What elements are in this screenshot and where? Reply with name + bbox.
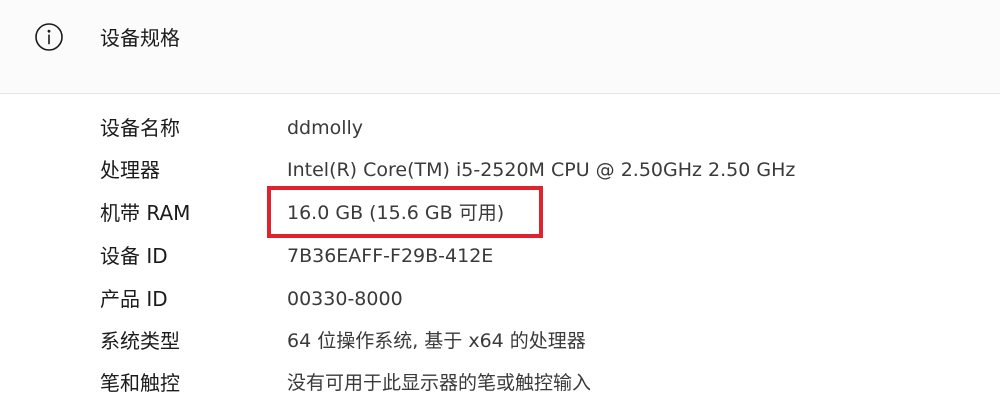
spec-row-system-type: 系统类型 64 位操作系统, 基于 x64 的处理器	[0, 320, 1000, 362]
spec-value: ddmolly	[287, 117, 364, 139]
spec-value: 没有可用于此显示器的笔或触控输入	[287, 372, 592, 394]
spec-label: 机带 RAM	[100, 201, 191, 225]
redaction-mask	[503, 236, 750, 268]
spec-label: 笔和触控	[100, 371, 180, 395]
section-title: 设备规格	[100, 26, 180, 50]
spec-label: 系统类型	[100, 329, 180, 353]
device-specs-header[interactable]: 设备规格	[0, 0, 1000, 94]
device-specs-panel: 设备规格 设备名称 ddmolly 处理器 Intel(R) Core(TM) …	[0, 0, 1000, 412]
spec-row-processor: 处理器 Intel(R) Core(TM) i5-2520M CPU @ 2.5…	[0, 149, 1000, 191]
spec-value: Intel(R) Core(TM) i5-2520M CPU @ 2.50GHz…	[287, 159, 796, 181]
spec-row-device-name: 设备名称 ddmolly	[0, 107, 1000, 149]
spec-value: 64 位操作系统, 基于 x64 的处理器	[287, 330, 586, 352]
spec-label: 处理器	[100, 158, 160, 182]
spec-label: 设备名称	[100, 116, 180, 140]
spec-label: 设备 ID	[100, 244, 168, 268]
spec-row-device-id: 设备 ID 7B36EAFF-F29B-412E	[0, 235, 1000, 277]
redaction-mask	[417, 278, 587, 312]
spec-value: 00330-8000	[287, 288, 403, 310]
spec-value: 7B36EAFF-F29B-412E	[287, 245, 494, 267]
info-icon	[35, 23, 63, 51]
specs-list: 设备名称 ddmolly 处理器 Intel(R) Core(TM) i5-25…	[0, 94, 1000, 412]
spec-row-pen-touch: 笔和触控 没有可用于此显示器的笔或触控输入	[0, 362, 1000, 404]
highlight-box	[267, 186, 543, 238]
spec-label: 产品 ID	[100, 287, 168, 311]
